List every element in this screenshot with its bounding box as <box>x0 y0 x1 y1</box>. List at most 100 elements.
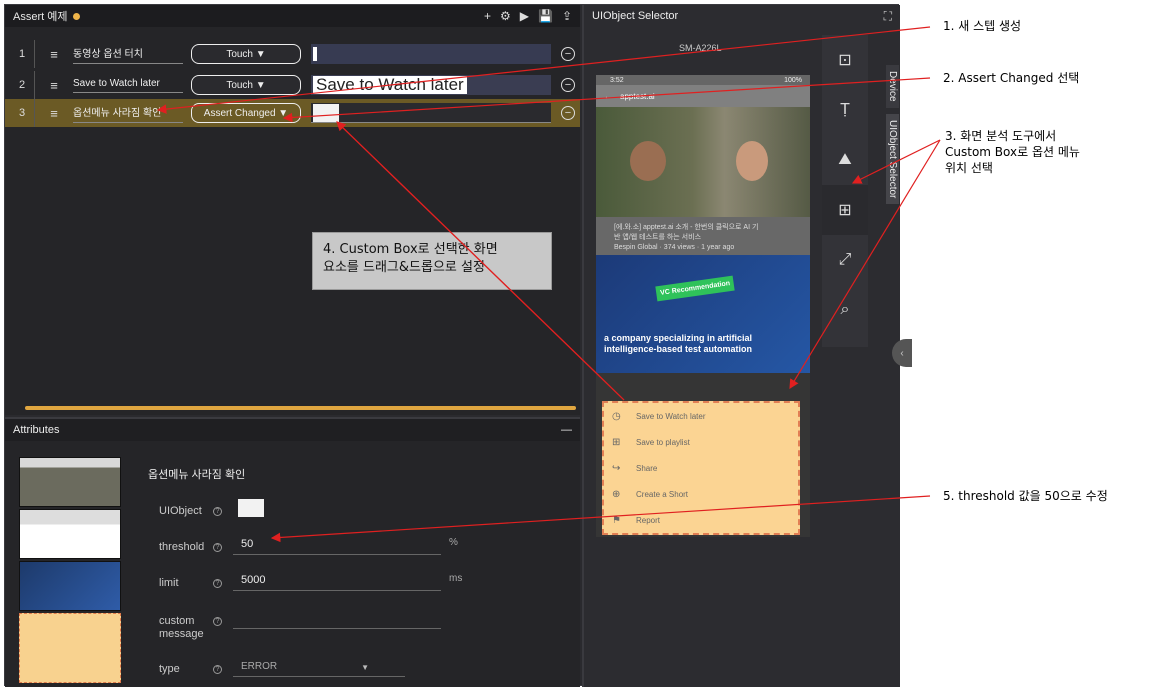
text-detect-icon[interactable]: Ṭ <box>822 85 868 135</box>
type-label: type <box>159 663 180 675</box>
annotation-note-5: 5. threshold 값을 50으로 수정 <box>943 489 1108 503</box>
person-image <box>736 141 768 181</box>
annotation-note-4: 4. Custom Box로 선택한 화면 요소를 드래그&드롭으로 설정 <box>312 232 552 290</box>
limit-label: limit <box>159 577 179 589</box>
app-window: Assert 예제 + ⚙ ▶ 💾 ⇪ 1 ≡ 동영상 옵션 터치 Touch … <box>4 4 912 687</box>
image-detect-icon[interactable]: ⛰ <box>822 135 868 185</box>
screen-thumbnail-selected[interactable] <box>19 613 121 683</box>
phone-search-bar: ← apptest.ai <box>596 85 810 107</box>
menu-item: ↪ Share <box>604 455 798 481</box>
playlist-icon: ⊞ <box>612 436 621 448</box>
phone-battery: 100% <box>784 76 802 84</box>
uiobject-thumbnail[interactable] <box>238 499 264 517</box>
object-detect-icon[interactable]: ⊡ <box>822 35 868 85</box>
attributes-panel: Attributes — 옵션메뉴 사라짐 확인 UIObject ? thre… <box>5 417 580 687</box>
back-arrow-icon: ← <box>604 91 612 101</box>
menu-item: ⊕ Create a Short <box>604 481 798 507</box>
drag-handle-icon[interactable]: ≡ <box>43 106 65 121</box>
settings-icon[interactable]: ⚙ <box>500 9 511 23</box>
step-param-field[interactable]: Save to Watch later <box>311 75 551 95</box>
help-icon[interactable]: ? <box>213 543 222 552</box>
annotation-note-2: 2. Assert Changed 선택 <box>943 71 1080 85</box>
menu-item-label: Report <box>636 515 661 525</box>
video-thumbnail-2: VC Recommendation a company specializing… <box>596 255 810 373</box>
attributes-header: Attributes — <box>5 419 580 441</box>
device-screen[interactable]: 3:52 100% ← apptest.ai [에.와.소] apptest.a… <box>596 75 810 537</box>
step-title[interactable]: 옵션메뉴 사라짐 확인 <box>73 104 183 123</box>
screen-thumbnail[interactable] <box>19 457 121 507</box>
video-meta-line: [에.와.소] apptest.ai 소개 - 한번의 클릭으로 AI 기 <box>614 224 759 231</box>
selector-header: UIObject Selector ⛶ <box>584 5 900 27</box>
menu-item-label: Save to Watch later <box>636 411 706 421</box>
remove-step-icon[interactable]: − <box>561 47 575 61</box>
steps-toolbar: + ⚙ ▶ 💾 ⇪ <box>484 9 572 23</box>
custom-box-icon[interactable]: ⊞ <box>822 185 868 235</box>
zoom-select-icon[interactable]: ⌕ <box>822 285 868 335</box>
menu-item-label: Share <box>636 463 658 473</box>
step-title[interactable]: 동영상 옵션 터치 <box>73 45 183 64</box>
menu-item: ⊞ Save to playlist <box>604 429 798 455</box>
remove-step-icon[interactable]: − <box>561 106 575 120</box>
help-icon[interactable]: ? <box>213 579 222 588</box>
horizontal-scrollbar[interactable] <box>25 406 576 410</box>
step-title[interactable]: Save to Watch later <box>73 78 183 93</box>
collapse-arrow-icon[interactable]: ‹ <box>892 339 912 367</box>
video-caption-line: intelligence-based test automation <box>604 344 753 354</box>
save-icon[interactable]: 💾 <box>538 9 553 23</box>
share-icon: ↪ <box>612 462 621 474</box>
screen-thumbnails <box>19 457 121 685</box>
step-number: 2 <box>5 71 35 99</box>
add-step-icon[interactable]: + <box>484 9 491 23</box>
drag-handle-icon[interactable]: ≡ <box>43 78 65 93</box>
step-row-1[interactable]: 1 ≡ 동영상 옵션 터치 Touch ▼ − <box>5 40 580 68</box>
selector-title: UIObject Selector <box>592 10 679 22</box>
action-dropdown[interactable]: Assert Changed ▼ <box>191 103 301 123</box>
step-row-2[interactable]: 2 ≡ Save to Watch later Touch ▼ Save to … <box>5 71 580 99</box>
export-icon[interactable]: ⇪ <box>562 9 572 23</box>
step-number: 3 <box>5 99 35 127</box>
help-icon[interactable]: ? <box>213 507 222 516</box>
annotation-line: 위치 선택 <box>945 161 993 175</box>
step-param-field[interactable] <box>311 103 551 123</box>
annotation-line: Custom Box로 옵션 메뉴 <box>945 145 1080 159</box>
step-number: 1 <box>5 40 35 68</box>
param-text: Save to Watch later <box>313 76 467 94</box>
uiobject-selector-panel: UIObject Selector ⛶ SM-A226L 3:52 100% ←… <box>582 5 912 687</box>
steps-panel-header: Assert 예제 + ⚙ ▶ 💾 ⇪ <box>5 5 580 27</box>
steps-panel: Assert 예제 + ⚙ ▶ 💾 ⇪ 1 ≡ 동영상 옵션 터치 Touch … <box>5 5 580 415</box>
type-select[interactable]: ERROR ▼ <box>233 657 405 677</box>
annotation-line: 요소를 드래그&드롭으로 설정 <box>323 260 485 275</box>
tab-device[interactable]: Device <box>886 65 899 108</box>
phone-clock: 3:52 <box>610 76 624 84</box>
side-tabs: Device UIObject Selector <box>886 65 900 210</box>
custom-message-label-line2: message <box>159 628 204 640</box>
annotation-note-3: 3. 화면 분석 도구에서 Custom Box로 옵션 메뉴 위치 선택 <box>945 128 1080 176</box>
step-param-field[interactable] <box>311 44 551 64</box>
step-row-3[interactable]: 3 ≡ 옵션메뉴 사라짐 확인 Assert Changed ▼ − <box>5 99 580 127</box>
analysis-toolbar: ⊡ Ṭ ⛰ ⊞ ⤢ ⌕ <box>822 35 868 347</box>
capture-icon[interactable]: ⛶ <box>884 9 892 24</box>
screen-thumbnail[interactable] <box>19 509 121 559</box>
action-dropdown[interactable]: Touch ▼ <box>191 75 301 95</box>
device-name: SM-A226L <box>679 43 722 53</box>
fullscreen-icon[interactable]: ⤢ <box>822 235 868 285</box>
limit-input[interactable]: 5000 <box>233 571 441 591</box>
custom-box-selection[interactable]: ◷ Save to Watch later ⊞ Save to playlist ↪… <box>602 401 800 535</box>
screen-thumbnail[interactable] <box>19 561 121 611</box>
remove-step-icon[interactable]: − <box>561 78 575 92</box>
action-dropdown[interactable]: Touch ▼ <box>191 44 301 64</box>
threshold-unit: % <box>449 537 458 548</box>
menu-item: ⚑ Report <box>604 507 798 533</box>
help-icon[interactable]: ? <box>213 617 222 626</box>
threshold-input[interactable]: 50 <box>233 535 441 555</box>
video-badge: VC Recommendation <box>655 275 736 302</box>
custom-message-input[interactable] <box>233 609 441 629</box>
drag-handle-icon[interactable]: ≡ <box>43 47 65 62</box>
help-icon[interactable]: ? <box>213 665 222 674</box>
annotation-line: 3. 화면 분석 도구에서 <box>945 129 1057 143</box>
collapse-panel-icon[interactable]: — <box>561 424 572 436</box>
play-icon[interactable]: ▶ <box>520 9 529 23</box>
threshold-label: threshold <box>159 541 205 553</box>
annotation-line: 4. Custom Box로 선택한 화면 <box>323 242 498 257</box>
tab-uiobject-selector[interactable]: UIObject Selector <box>886 113 899 204</box>
